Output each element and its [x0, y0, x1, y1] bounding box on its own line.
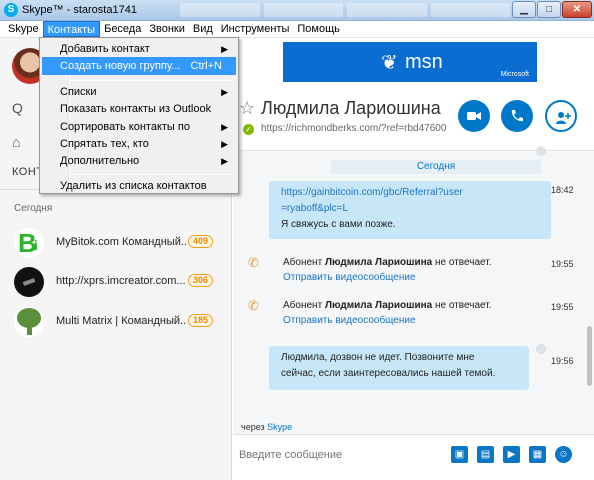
contact-header: ☆ Людмила Лариошина ✓ https://richmondbe…: [233, 90, 594, 150]
menu-conversation[interactable]: Беседа: [100, 21, 145, 37]
window-title: Skype™ - starosta1741: [22, 4, 137, 16]
recent-item-name: http://xprs.imcreator.com...: [56, 275, 186, 287]
menu-calls[interactable]: Звонки: [145, 21, 189, 37]
chat-scrollbar[interactable]: [587, 326, 592, 386]
online-status-icon: ✓: [243, 124, 254, 135]
missed-call-notice: Абонент Людмила Лариошина не отвечает. О…: [283, 300, 492, 326]
close-button[interactable]: ✕: [562, 1, 592, 18]
cloud-icon: [536, 344, 546, 354]
missed-call-notice: Абонент Людмила Лариошина не отвечает. О…: [283, 257, 492, 283]
imcreator-avatar: [14, 267, 44, 297]
msn-ad-banner[interactable]: ❦ msn Microsoft: [283, 42, 537, 82]
menu-item-add-contact[interactable]: Добавить контакт ▶: [42, 40, 236, 58]
send-contacts-icon[interactable]: ▦: [529, 446, 546, 463]
video-camera-icon: [467, 112, 481, 120]
message-time: 19:55: [551, 302, 574, 312]
msn-butterfly-icon: ❦: [381, 52, 398, 74]
menu-item-lists[interactable]: Списки ▶: [42, 83, 236, 101]
send-video-message-link[interactable]: Отправить видеосообщение: [283, 272, 416, 283]
conversation-pane: ❦ msn Microsoft ☆ Людмила Лариошина ✓ ht…: [233, 38, 594, 480]
message-bubble[interactable]: Людмила, дозвон не идет. Позвоните мне с…: [269, 346, 529, 390]
menu-item-hide[interactable]: Спрятать тех, кто ▶: [42, 135, 236, 153]
unread-badge: 185: [188, 314, 214, 327]
today-label: Сегодня: [14, 203, 53, 214]
message-input[interactable]: [239, 449, 439, 461]
bitcoin-avatar: Bi: [14, 228, 44, 258]
message-text: сейчас, если заинтересовались нашей темо…: [281, 368, 496, 379]
message-link[interactable]: =ryaboff&plc=L: [281, 201, 539, 217]
recent-item-name: Multi Matrix | Командный...: [56, 315, 186, 327]
message-time: 19:55: [551, 259, 574, 269]
missed-call-icon: ✆: [248, 298, 259, 313]
cloud-icon: [536, 146, 546, 156]
menu-item-outlook-contacts[interactable]: Показать контакты из Outlook: [42, 100, 236, 118]
maximize-button[interactable]: □: [537, 1, 561, 18]
home-icon[interactable]: ⌂: [12, 134, 20, 150]
via-skype-label: через Skype: [241, 422, 293, 432]
contacts-dropdown-menu: Добавить контакт ▶ Создать новую группу..…: [39, 37, 239, 194]
audio-call-button[interactable]: [501, 100, 533, 132]
menu-bar: Skype Контакты Беседа Звонки Вид Инструм…: [0, 21, 594, 38]
unread-badge: 409: [188, 235, 214, 248]
menu-separator: [70, 174, 234, 175]
recent-item-name: MyBitok.com Командный...: [56, 236, 186, 248]
favorite-star-icon[interactable]: ☆: [239, 98, 255, 119]
ad-company: Microsoft: [500, 71, 529, 78]
message-text: Я свяжусь с вами позже.: [281, 219, 396, 230]
compose-bar: ▣ ▤ ▶ ▦ ☺: [233, 434, 594, 480]
skype-logo-icon: S: [4, 3, 18, 17]
phone-icon: [511, 110, 523, 122]
menu-help[interactable]: Помощь: [293, 21, 344, 37]
unread-badge: 306: [188, 274, 214, 287]
menu-skype[interactable]: Skype: [4, 21, 43, 37]
ad-brand: msn: [405, 51, 443, 73]
message-text: Людмила, дозвон не идет. Позвоните мне: [281, 352, 475, 363]
missed-call-icon: ✆: [248, 255, 259, 270]
menu-item-create-group[interactable]: Создать новую группу... Ctrl+N: [42, 57, 236, 75]
menu-item-advanced[interactable]: Дополнительно ▶: [42, 152, 236, 170]
chat-history[interactable]: Сегодня https://gainbitcoin.com/gbc/Refe…: [233, 146, 594, 453]
emoticon-icon[interactable]: ☺: [555, 446, 572, 463]
day-separator: Сегодня: [331, 160, 541, 174]
add-participant-button[interactable]: [545, 100, 577, 132]
message-time: 18:42: [551, 185, 574, 195]
add-person-icon: [556, 112, 571, 124]
send-video-message-link[interactable]: Отправить видеосообщение: [283, 315, 416, 326]
message-bubble[interactable]: https://gainbitcoin.com/gbc/Referral?use…: [269, 181, 551, 239]
compose-toolbar: ▣ ▤ ▶ ▦ ☺: [451, 446, 572, 463]
menu-view[interactable]: Вид: [189, 21, 217, 37]
menu-separator: [70, 80, 234, 81]
menu-item-sort-contacts[interactable]: Сортировать контакты по ▶: [42, 118, 236, 136]
contact-name: Людмила Лариошина: [261, 98, 441, 118]
recent-item[interactable]: Multi Matrix | Командный... 185: [0, 304, 232, 342]
recent-item[interactable]: http://xprs.imcreator.com... 306: [0, 264, 232, 302]
contact-mood-link[interactable]: https://richmondberks.com/?ref=rbd47600: [261, 123, 446, 134]
title-bar: S Skype™ - starosta1741 ▁ □ ✕: [0, 0, 594, 21]
menu-item-remove-contact[interactable]: Удалить из списка контактов: [42, 177, 236, 195]
message-time: 19:56: [551, 356, 574, 366]
search-icon[interactable]: Q: [12, 100, 23, 116]
video-message-icon[interactable]: ▶: [503, 446, 520, 463]
message-link[interactable]: https://gainbitcoin.com/gbc/Referral?use…: [281, 185, 539, 201]
send-photo-icon[interactable]: ▣: [451, 446, 468, 463]
send-file-icon[interactable]: ▤: [477, 446, 494, 463]
menu-tools[interactable]: Инструменты: [217, 21, 294, 37]
menu-contacts[interactable]: Контакты: [42, 21, 101, 37]
tree-avatar: [14, 307, 44, 337]
recent-item[interactable]: Bi MyBitok.com Командный... 409: [0, 225, 232, 263]
minimize-button[interactable]: ▁: [512, 1, 536, 18]
video-call-button[interactable]: [458, 100, 490, 132]
taskbar-tabs: [180, 3, 510, 17]
